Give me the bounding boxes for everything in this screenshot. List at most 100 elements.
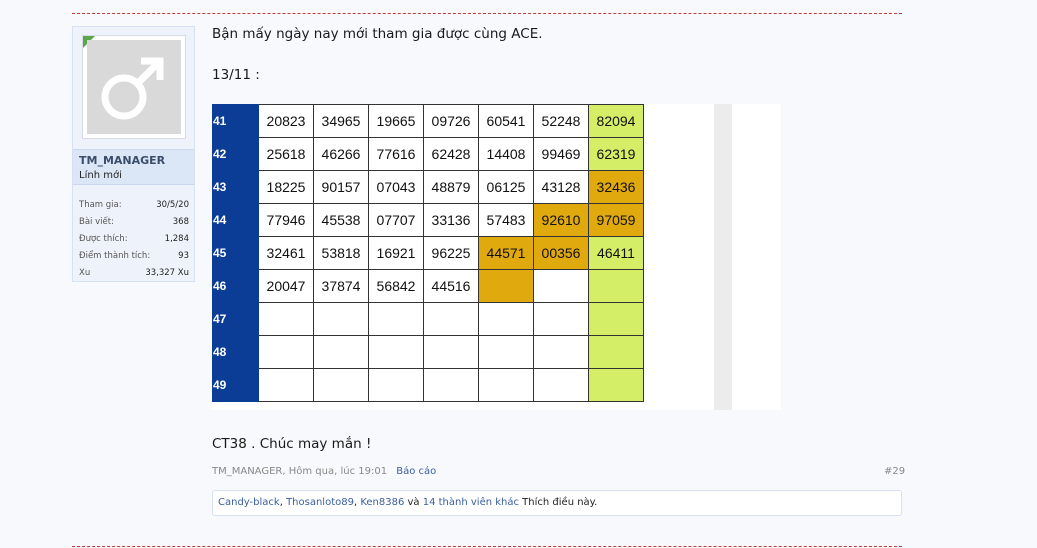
- table-cell: 48879: [423, 170, 479, 204]
- row-label: 42: [212, 137, 259, 171]
- row-label: 41: [212, 104, 259, 138]
- table-cell: 96225: [423, 236, 479, 270]
- table-row: 44 77946 45538 07707 33136 57483 92610 97059: [212, 203, 644, 237]
- image-gray-bar: [714, 104, 732, 410]
- table-row: 48: [212, 335, 644, 369]
- table-cell: [588, 269, 644, 303]
- row-label: 49: [212, 368, 259, 402]
- post-line: Bận mấy ngày nay mới tham gia được cùng …: [212, 26, 543, 42]
- table-cell: 33136: [423, 203, 479, 237]
- stat-row: Điểm thành tích: 93: [79, 251, 189, 261]
- table-cell: 46266: [313, 137, 369, 171]
- table-cell: 62428: [423, 137, 479, 171]
- stat-row: Bài viết: 368: [79, 217, 189, 227]
- table-cell: [478, 368, 534, 402]
- post-date: 13/11 :: [212, 67, 260, 83]
- username-link[interactable]: TM_MANAGER: [79, 154, 165, 167]
- table-cell: 99469: [533, 137, 589, 171]
- male-symbol-icon: [101, 57, 164, 120]
- liker-link[interactable]: Ken8386: [360, 497, 404, 508]
- table-cell: [533, 302, 589, 336]
- lottery-table-image: 41 20823 34965 19665 09726 60541 52248 82094 42 2…: [212, 104, 781, 410]
- row-label: 45: [212, 236, 259, 270]
- table-cell: 32461: [258, 236, 314, 270]
- table-row: 49: [212, 368, 644, 402]
- row-label: 46: [212, 269, 259, 303]
- table-cell: 18225: [258, 170, 314, 204]
- stat-row: Tham gia: 30/5/20: [79, 200, 189, 210]
- table-cell: 34965: [313, 104, 369, 138]
- user-title: Lính mới: [79, 170, 122, 181]
- post-divider-bottom: [72, 546, 902, 547]
- table-cell: [588, 302, 644, 336]
- table-cell: 92610: [533, 203, 589, 237]
- table-cell: 43128: [533, 170, 589, 204]
- report-link[interactable]: Báo cáo: [396, 466, 436, 477]
- table-cell: 06125: [478, 170, 534, 204]
- table-cell: 44516: [423, 269, 479, 303]
- table-row: 43 18225 90157 07043 48879 06125 43128 32436: [212, 170, 644, 204]
- table-row: 46 20047 37874 56842 44516: [212, 269, 644, 303]
- table-cell: [258, 368, 314, 402]
- table-cell: [588, 335, 644, 369]
- table-cell: 77946: [258, 203, 314, 237]
- post-number[interactable]: #29: [884, 466, 905, 477]
- user-card: TM_MANAGER Lính mới Tham gia: 30/5/20 Bài…: [72, 26, 195, 282]
- table-cell: [368, 335, 424, 369]
- table-row: 47: [212, 302, 644, 336]
- table-cell: 57483: [478, 203, 534, 237]
- post-meta: TM_MANAGER, Hôm qua, lúc 19:01 Báo cáo: [212, 466, 436, 477]
- table-cell: 20823: [258, 104, 314, 138]
- table-cell: 60541: [478, 104, 534, 138]
- row-label: 44: [212, 203, 259, 237]
- table-cell: 77616: [368, 137, 424, 171]
- table-cell: 52248: [533, 104, 589, 138]
- table-cell: [258, 335, 314, 369]
- liker-link[interactable]: Thosanloto89: [286, 497, 354, 508]
- table-cell: 56842: [368, 269, 424, 303]
- others-link[interactable]: 14 thành viên khác: [423, 497, 519, 508]
- table-cell: 44571: [478, 236, 534, 270]
- table-row: 41 20823 34965 19665 09726 60541 52248 82094: [212, 104, 644, 138]
- table-cell: 45538: [313, 203, 369, 237]
- avatar[interactable]: [82, 35, 186, 139]
- table-cell: [478, 269, 534, 303]
- post-closing: CT38 . Chúc may mắn !: [212, 436, 372, 452]
- table-cell: [588, 368, 644, 402]
- table-cell: [533, 269, 589, 303]
- table-cell: [258, 302, 314, 336]
- table-cell: 19665: [368, 104, 424, 138]
- table-cell: [478, 302, 534, 336]
- table-cell: [533, 335, 589, 369]
- table-cell: [313, 302, 369, 336]
- row-label: 47: [212, 302, 259, 336]
- table-cell: 20047: [258, 269, 314, 303]
- table-cell: 16921: [368, 236, 424, 270]
- row-label: 43: [212, 170, 259, 204]
- table-cell: 14408: [478, 137, 534, 171]
- table-cell: [313, 368, 369, 402]
- table-cell: 53818: [313, 236, 369, 270]
- table-cell: 09726: [423, 104, 479, 138]
- table-cell: 82094: [588, 104, 644, 138]
- table-cell: 25618: [258, 137, 314, 171]
- liker-link[interactable]: Candy-black: [218, 497, 280, 508]
- table-cell: [368, 302, 424, 336]
- table-cell: 32436: [588, 170, 644, 204]
- table-cell: 37874: [313, 269, 369, 303]
- table-cell: [423, 335, 479, 369]
- table-cell: 62319: [588, 137, 644, 171]
- table-cell: [423, 368, 479, 402]
- table-cell: 07043: [368, 170, 424, 204]
- table-row: 42 25618 46266 77616 62428 14408 99469 62319: [212, 137, 644, 171]
- table-cell: [368, 368, 424, 402]
- table-cell: [423, 302, 479, 336]
- likes-summary: Candy-black, Thosanloto89, Ken8386 và 14…: [212, 490, 902, 516]
- stat-row: Xu 33,327 Xu: [79, 268, 189, 278]
- table-cell: [478, 335, 534, 369]
- table-cell: 07707: [368, 203, 424, 237]
- table-cell: 90157: [313, 170, 369, 204]
- table-cell: [313, 335, 369, 369]
- table-row: 45 32461 53818 16921 96225 44571 00356 46411: [212, 236, 644, 270]
- post-author-time[interactable]: TM_MANAGER, Hôm qua, lúc 19:01: [212, 466, 387, 477]
